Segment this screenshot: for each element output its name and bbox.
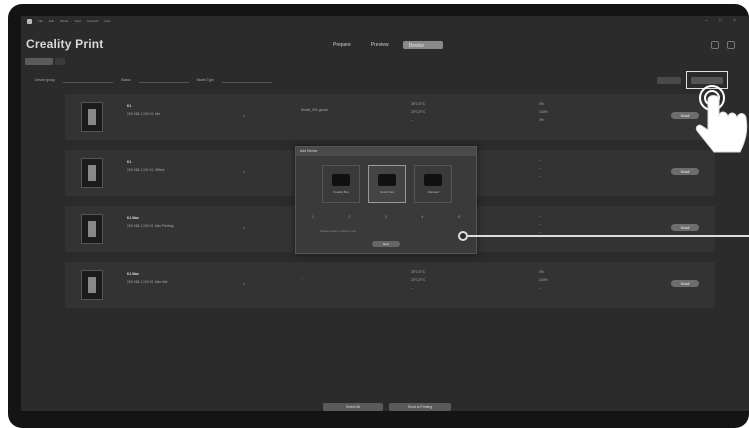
option-creality-box[interactable]: Creality Box — [322, 165, 360, 203]
box-icon — [332, 174, 350, 186]
device-ip: 192.168.1.103 K1 Max Idle — [127, 280, 168, 284]
menu-network[interactable]: Network — [87, 19, 98, 23]
menu-help[interactable]: Help — [104, 19, 110, 23]
send-to-print-button[interactable]: Send to Printing — [389, 403, 451, 411]
nozzle-temp: 26°C/0°C — [411, 102, 426, 106]
refresh-button[interactable] — [657, 77, 681, 84]
filter-bar: Device group Status Model Type — [25, 74, 745, 86]
option-sonic-pad[interactable]: Sonic Pad — [368, 165, 406, 203]
device-row[interactable]: K1 192.168.1.100 K1 Idle 1 Model_001.gcod… — [65, 94, 715, 140]
file-name: Model_001.gcode — [301, 108, 328, 112]
model-label: Model Type — [196, 78, 215, 82]
model-select[interactable] — [222, 77, 273, 83]
device-count: 1 — [243, 282, 245, 286]
option-mainsail[interactable]: Mainsail — [414, 165, 452, 203]
pad-icon — [378, 174, 396, 186]
app-window: File Edit Model Tools Network Help – □ ×… — [21, 16, 749, 411]
status-select[interactable] — [138, 77, 189, 83]
print-speed: -- — [539, 222, 542, 226]
fan-speed: -- — [539, 214, 542, 218]
chamber-temp: -- — [411, 118, 414, 122]
select-all-button[interactable]: Select All — [323, 403, 383, 411]
device-name: K1 — [127, 160, 132, 164]
printer-thumbnail — [81, 270, 103, 300]
print-speed: -- — [539, 166, 542, 170]
tab-lan-printer[interactable] — [25, 58, 53, 65]
device-name: K1 — [127, 104, 132, 108]
print-progress: 0% — [539, 118, 544, 122]
print-speed: 100% — [539, 278, 548, 282]
close-icon[interactable]: × — [733, 18, 736, 24]
device-count: 1 — [243, 114, 245, 118]
detail-button[interactable]: Detail — [671, 224, 699, 231]
fan-speed: 0% — [539, 270, 544, 274]
fan-speed: 0% — [539, 102, 544, 106]
menu-edit[interactable]: Edit — [49, 19, 54, 23]
device-ip: 192.168.1.100 K1 Idle — [127, 112, 161, 116]
fan-speed: -- — [539, 158, 542, 162]
minimize-icon[interactable]: – — [705, 18, 708, 24]
device-ip: 192.168.1.102 K1 Max Printing — [127, 224, 174, 228]
device-name: K1 Max — [127, 272, 139, 276]
print-speed: 100% — [539, 110, 548, 114]
menu-file[interactable]: File — [38, 19, 43, 23]
printer-thumbnail — [81, 102, 103, 132]
bed-temp: 25°C/0°C — [411, 110, 426, 114]
mainsail-icon — [424, 174, 442, 186]
tab-preview[interactable]: Preview — [365, 40, 395, 50]
device-tab-bar — [25, 58, 65, 65]
device-count: 1 — [243, 226, 245, 230]
print-progress: -- — [539, 174, 542, 178]
status-label: Status — [120, 78, 131, 82]
device-row[interactable]: K1 Max 192.168.1.103 K1 Max Idle 1 -- 25°… — [65, 262, 715, 308]
device-ip: 192.168.1.101 K1 Offline — [127, 168, 165, 172]
app-logo-icon — [27, 18, 32, 24]
nozzle-temp: 25°C/0°C — [411, 270, 426, 274]
add-device-dialog: Add Device Creality Box Sonic Pad Mainsa… — [295, 146, 477, 254]
main-nav: Prepare Preview Device — [327, 40, 443, 50]
dialog-note: Please select a device type — [320, 229, 357, 233]
pointer-hand-icon — [695, 85, 748, 153]
bed-temp: 25°C/0°C — [411, 278, 426, 282]
chamber-temp: -- — [411, 286, 414, 290]
callout-line — [468, 235, 749, 237]
menu-model[interactable]: Model — [60, 19, 68, 23]
next-button[interactable]: Next — [372, 241, 400, 247]
settings-icon[interactable] — [727, 41, 735, 49]
callout-dot — [458, 231, 468, 241]
maximize-icon[interactable]: □ — [719, 18, 722, 24]
title-bar: File Edit Model Tools Network Help — [21, 16, 749, 26]
menu-tools[interactable]: Tools — [74, 19, 81, 23]
app-title: Creality Print — [26, 37, 104, 51]
printer-thumbnail — [81, 214, 103, 244]
dialog-title: Add Device — [296, 147, 476, 156]
file-name: -- — [301, 276, 304, 280]
printer-thumbnail — [81, 158, 103, 188]
tab-prepare[interactable]: Prepare — [327, 40, 357, 50]
group-select[interactable] — [62, 77, 113, 83]
tab-all[interactable] — [55, 58, 65, 65]
user-icon[interactable] — [711, 41, 719, 49]
step-indicator: 1 2 3 4 5 — [312, 215, 460, 219]
group-label: Device group — [35, 78, 55, 82]
tab-device[interactable]: Device — [402, 41, 443, 49]
device-name: K1 Max — [127, 216, 139, 220]
detail-button[interactable]: Detail — [671, 280, 699, 287]
device-count: 1 — [243, 170, 245, 174]
print-progress: -- — [539, 286, 542, 290]
